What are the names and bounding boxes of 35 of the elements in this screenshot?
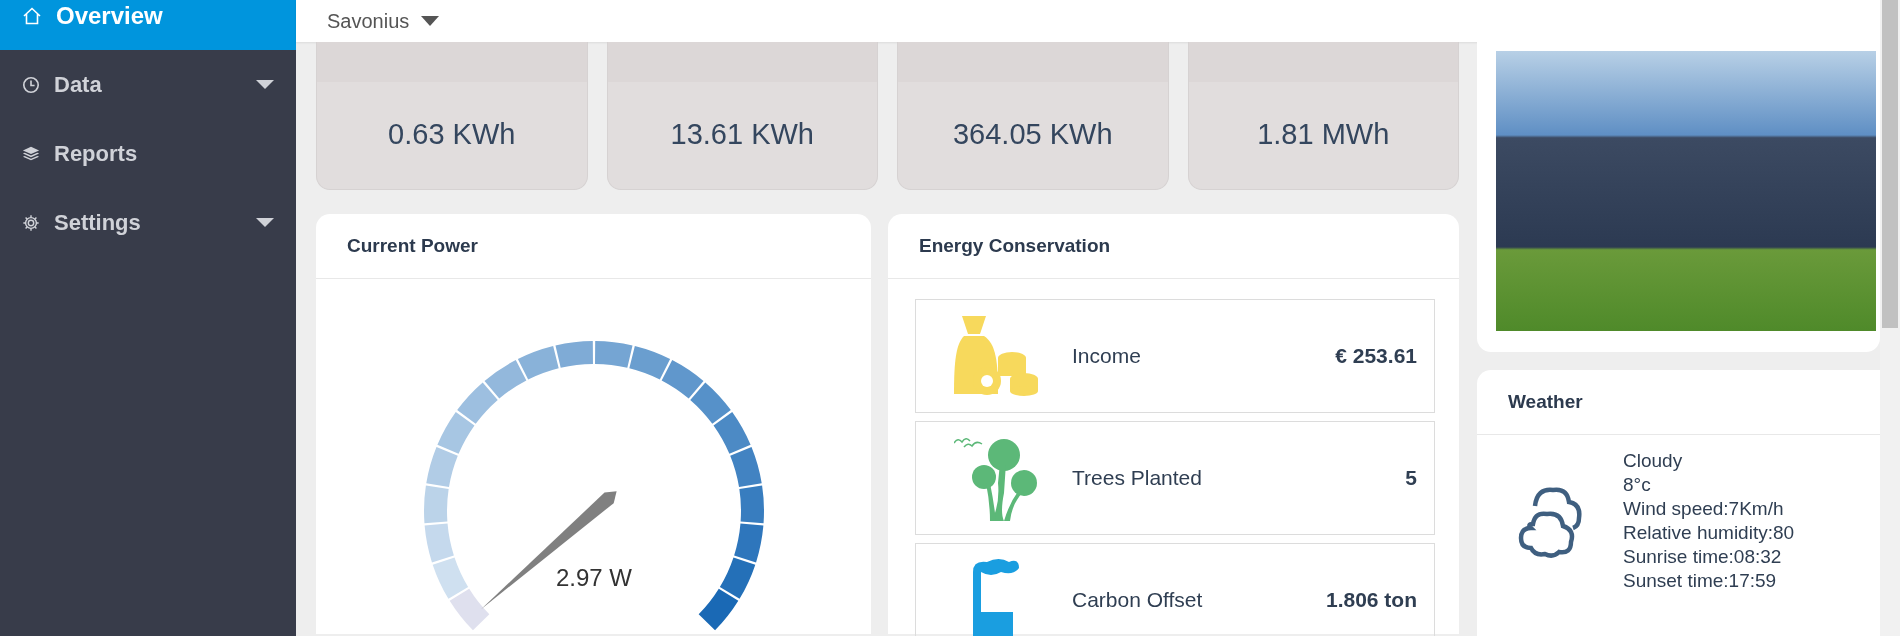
- scrollbar-thumb[interactable]: [1882, 0, 1898, 328]
- weather-detail: 8°c: [1623, 473, 1652, 497]
- energy-value: 364.05 KWh: [952, 118, 1113, 151]
- caret-icon: [256, 218, 274, 227]
- conservation-label: Carbon Offset: [1071, 588, 1204, 612]
- conservation-label: Trees Planted: [1071, 466, 1203, 490]
- weather-detail: Wind speed:7Km/h: [1623, 497, 1785, 521]
- cloud-icon: [1517, 484, 1583, 558]
- energy-value: 0.63 KWh: [388, 118, 516, 151]
- card-title: Energy Conservation: [919, 235, 1111, 257]
- weather-detail: Sunrise time:08:32: [1623, 545, 1783, 569]
- conservation-label: Income: [1071, 344, 1142, 368]
- energy-value: 1.81 MWh: [1257, 118, 1390, 151]
- clock-icon: [22, 75, 40, 94]
- sidebar-item[interactable]: Reports: [0, 119, 296, 188]
- settings-icon: [22, 213, 40, 232]
- sidebar-item[interactable]: Data: [0, 50, 296, 119]
- weather-detail: Sunset time:17:59: [1623, 569, 1778, 593]
- caret-icon: [421, 16, 440, 26]
- conservation-value: € 253.61: [1335, 344, 1417, 368]
- site-dropdown[interactable]: Savonius: [327, 9, 440, 33]
- home-icon: [22, 5, 42, 26]
- power-reading: 2.97 W: [555, 564, 632, 591]
- energy-value: 13.61 KWh: [670, 118, 814, 151]
- card-title: Current Power: [347, 235, 478, 257]
- money-bag-icon: [954, 316, 1038, 396]
- sidebar-item[interactable]: Settings: [0, 188, 296, 257]
- weather-detail: Cloudy: [1623, 449, 1684, 473]
- card-title: Weather: [1508, 391, 1583, 413]
- caret-icon: [256, 80, 274, 89]
- conservation-value: 1.806 ton: [1325, 588, 1417, 612]
- factory-icon: [973, 558, 1019, 636]
- layers-icon: [22, 144, 40, 163]
- conservation-value: 5: [1405, 466, 1417, 490]
- weather-detail: Relative humidity:80: [1623, 521, 1795, 545]
